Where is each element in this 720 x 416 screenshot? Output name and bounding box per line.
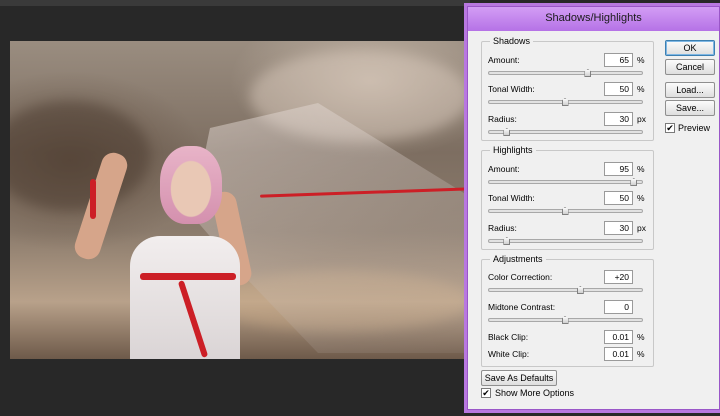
highlights-amount-label: Amount: [488, 164, 520, 174]
save-button[interactable]: Save... [665, 100, 715, 116]
cloud-shape [10, 101, 150, 211]
slider-thumb[interactable] [630, 178, 638, 186]
white-clip-unit: % [637, 349, 645, 359]
preview-checkbox[interactable]: ✔ [665, 123, 675, 133]
shadows-radius-unit: px [637, 114, 646, 124]
ribbon-shape [140, 273, 236, 280]
highlights-radius-unit: px [637, 223, 646, 233]
cancel-button[interactable]: Cancel [665, 59, 715, 75]
show-more-options-checkbox[interactable]: ✔ [481, 388, 491, 398]
black-clip-unit: % [637, 332, 645, 342]
shadows-amount-input[interactable]: 65 [604, 53, 633, 67]
slider-thumb[interactable] [503, 237, 511, 245]
ok-button[interactable]: OK [665, 40, 715, 56]
shadows-legend: Shadows [490, 36, 534, 46]
slider-thumb[interactable] [561, 98, 569, 106]
adjustments-legend: Adjustments [490, 254, 546, 264]
slider-thumb[interactable] [561, 316, 569, 324]
midtone-contrast-label: Midtone Contrast: [488, 302, 556, 312]
highlights-radius-slider[interactable] [488, 237, 643, 245]
slider-thumb[interactable] [561, 207, 569, 215]
slider-thumb[interactable] [584, 69, 592, 77]
shadows-tonal-width-unit: % [637, 84, 645, 94]
adjustments-group: Adjustments Color Correction: +20 Midton… [481, 254, 654, 367]
midtone-contrast-slider[interactable] [488, 316, 643, 324]
shadows-radius-slider[interactable] [488, 128, 643, 136]
shadows-tonal-width-input[interactable]: 50 [604, 82, 633, 96]
black-clip-input[interactable]: 0.01 [604, 330, 633, 344]
color-correction-label: Color Correction: [488, 272, 553, 282]
color-correction-slider[interactable] [488, 286, 643, 294]
highlights-tonal-width-input[interactable]: 50 [604, 191, 633, 205]
ribbon-shape [90, 179, 96, 219]
load-button[interactable]: Load... [665, 82, 715, 98]
white-clip-label: White Clip: [488, 349, 530, 359]
shadows-group: Shadows Amount: 65 % Tonal Width: 50 % R… [481, 36, 654, 141]
figure-head [160, 146, 222, 224]
shadows-tonal-width-slider[interactable] [488, 98, 643, 106]
dialog-titlebar[interactable]: Shadows/Highlights [468, 7, 719, 31]
shadows-highlights-dialog: Shadows/Highlights Shadows Amount: 65 % … [467, 6, 720, 410]
shadows-radius-label: Radius: [488, 114, 517, 124]
highlights-legend: Highlights [490, 145, 536, 155]
document-canvas[interactable] [10, 41, 470, 359]
highlights-radius-input[interactable]: 30 [604, 221, 633, 235]
highlights-group: Highlights Amount: 95 % Tonal Width: 50 … [481, 145, 654, 250]
highlights-tonal-width-slider[interactable] [488, 207, 643, 215]
save-as-defaults-button[interactable]: Save As Defaults [481, 370, 557, 386]
highlights-amount-slider[interactable] [488, 178, 643, 186]
checkmark-icon: ✔ [666, 123, 674, 133]
shadows-radius-input[interactable]: 30 [604, 112, 633, 126]
shadows-amount-label: Amount: [488, 55, 520, 65]
highlights-tonal-width-unit: % [637, 193, 645, 203]
dialog-title: Shadows/Highlights [545, 12, 642, 24]
slider-thumb[interactable] [503, 128, 511, 136]
highlights-tonal-width-label: Tonal Width: [488, 193, 535, 203]
show-more-options-label: Show More Options [495, 388, 575, 398]
preview-label: Preview [678, 123, 711, 133]
highlights-radius-label: Radius: [488, 223, 517, 233]
white-clip-input[interactable]: 0.01 [604, 347, 633, 361]
shadows-tonal-width-label: Tonal Width: [488, 84, 535, 94]
shadows-amount-slider[interactable] [488, 69, 643, 77]
highlights-amount-input[interactable]: 95 [604, 162, 633, 176]
checkmark-icon: ✔ [482, 388, 490, 398]
color-correction-input[interactable]: +20 [604, 270, 633, 284]
workspace-top-bar [0, 0, 470, 6]
shadows-amount-unit: % [637, 55, 645, 65]
highlights-amount-unit: % [637, 164, 645, 174]
black-clip-label: Black Clip: [488, 332, 529, 342]
slider-thumb[interactable] [576, 286, 584, 294]
midtone-contrast-input[interactable]: 0 [604, 300, 633, 314]
